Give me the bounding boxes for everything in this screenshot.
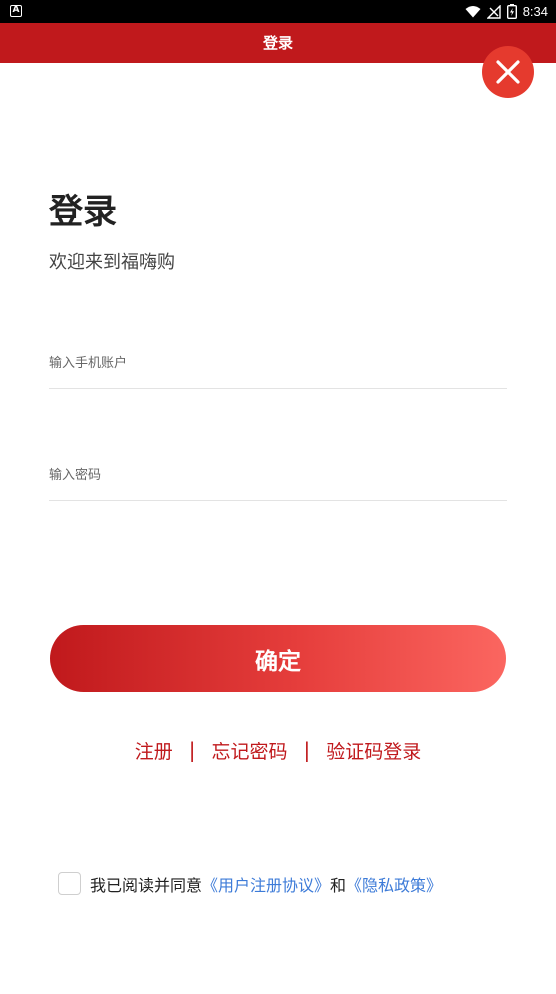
title-bar: 登录 — [0, 23, 556, 63]
sms-login-link[interactable]: 验证码登录 — [324, 737, 423, 764]
agreement-and-text: 和 — [330, 875, 347, 895]
register-link[interactable]: 注册 — [133, 737, 175, 764]
app-notification-icon: A — [10, 5, 22, 17]
welcome-text: 欢迎来到福嗨购 — [49, 252, 175, 273]
status-time: 8:34 — [522, 4, 548, 19]
password-field — [49, 450, 507, 501]
link-separator: | — [188, 738, 196, 762]
page-title: 登录 — [262, 34, 293, 52]
forgot-password-link[interactable]: 忘记密码 — [209, 737, 289, 764]
battery-icon — [506, 4, 517, 19]
agreement-checkbox[interactable] — [58, 872, 81, 895]
wifi-icon — [465, 6, 481, 18]
close-icon — [496, 60, 520, 84]
phone-input[interactable] — [49, 338, 507, 388]
status-icons: 8:34 — [465, 2, 548, 21]
user-agreement-link[interactable]: 《用户注册协议》 — [202, 872, 330, 896]
password-input[interactable] — [49, 450, 507, 500]
phone-field — [49, 338, 507, 389]
signal-icon — [486, 4, 501, 19]
privacy-policy-link[interactable]: 《隐私政策》 — [346, 872, 442, 896]
status-bar: A 8:34 — [0, 0, 556, 23]
link-separator: | — [303, 738, 311, 762]
confirm-button[interactable]: 确定 — [50, 625, 506, 692]
auth-links: 注册 | 忘记密码 | 验证码登录 — [0, 734, 556, 766]
agreement-row: 我已阅读并同意 《用户注册协议》 和 《隐私政策》 — [58, 870, 442, 897]
login-heading: 登录 — [49, 192, 117, 232]
close-button[interactable] — [482, 46, 534, 98]
agreement-text: 我已阅读并同意 — [90, 875, 203, 895]
